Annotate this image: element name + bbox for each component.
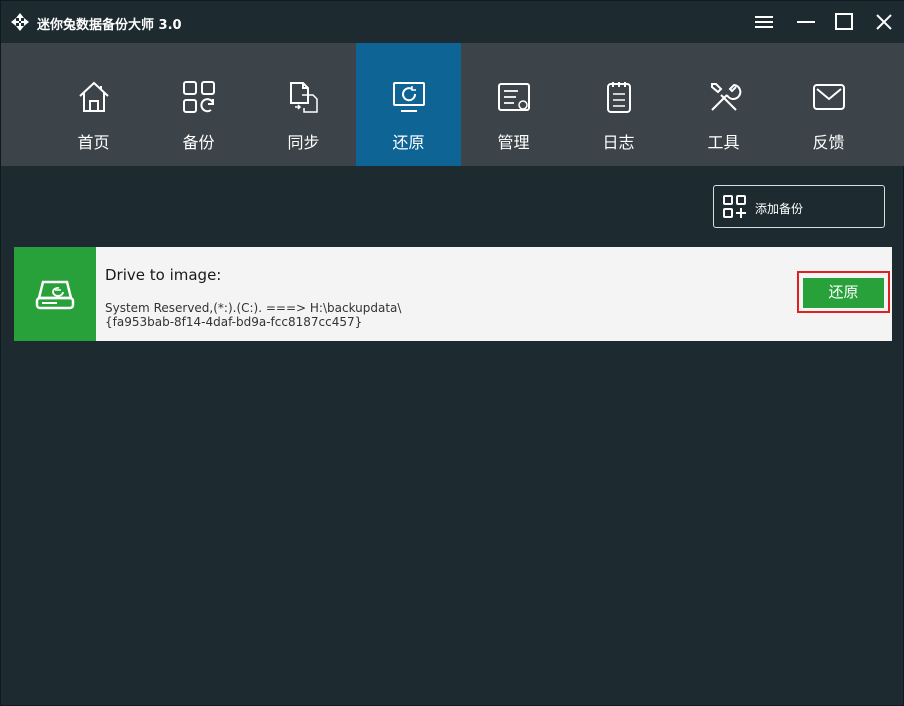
nav-item-manage[interactable]: 管理 (461, 43, 566, 166)
backup-icon (181, 79, 217, 115)
add-backup-label: 添加备份 (755, 202, 804, 216)
nav-item-log[interactable]: 日志 (566, 43, 671, 166)
restore-icon (391, 79, 427, 115)
task-title: Drive to image: (105, 266, 222, 284)
menu-icon[interactable] (751, 9, 777, 35)
app-title: 迷你兔数据备份大师 3.0 (37, 18, 182, 33)
add-backup-icon (722, 194, 748, 220)
nav-label: 工具 (707, 133, 740, 152)
nav-item-backup[interactable]: 备份 (146, 43, 251, 166)
home-icon (76, 79, 112, 115)
manage-icon (496, 79, 532, 115)
close-icon[interactable] (871, 9, 897, 35)
sync-icon (286, 79, 322, 115)
task-icon-box (14, 247, 96, 341)
app-window: 迷你兔数据备份大师 3.0 首页 备份 同步 还原 管理 日志 工具 反馈 添加… (0, 0, 904, 706)
restore-button[interactable]: 还原 (803, 278, 884, 308)
backup-task-card: Drive to image: System Reserved,(*:).(C:… (14, 247, 892, 341)
nav-item-tools[interactable]: 工具 (671, 43, 776, 166)
nav-label: 备份 (182, 133, 215, 152)
task-id: {fa953bab-8f14-4daf-bd9a-fcc8187cc457} (105, 315, 363, 329)
tools-icon (706, 79, 742, 115)
task-source: System Reserved,(*:).(C:). ===> H:\backu… (105, 301, 402, 315)
title-bar: 迷你兔数据备份大师 3.0 (1, 1, 904, 43)
task-description: System Reserved,(*:).(C:). ===> H:\backu… (105, 301, 401, 329)
nav-item-home[interactable]: 首页 (41, 43, 146, 166)
nav-label: 管理 (497, 133, 530, 152)
log-icon (601, 79, 637, 115)
nav-item-sync[interactable]: 同步 (251, 43, 356, 166)
main-nav: 首页 备份 同步 还原 管理 日志 工具 反馈 (1, 43, 904, 166)
nav-label: 还原 (392, 133, 425, 152)
feedback-icon (811, 79, 847, 115)
nav-item-restore[interactable]: 还原 (356, 43, 461, 166)
minimize-icon[interactable] (793, 9, 819, 35)
nav-label: 反馈 (812, 133, 845, 152)
add-backup-button[interactable]: 添加备份 (713, 185, 885, 228)
nav-label: 日志 (602, 133, 635, 152)
nav-label: 同步 (287, 133, 320, 152)
nav-label: 首页 (77, 133, 110, 152)
app-logo-icon (9, 11, 31, 33)
maximize-icon[interactable] (831, 9, 857, 35)
drive-icon (33, 276, 77, 312)
nav-item-feedback[interactable]: 反馈 (776, 43, 881, 166)
